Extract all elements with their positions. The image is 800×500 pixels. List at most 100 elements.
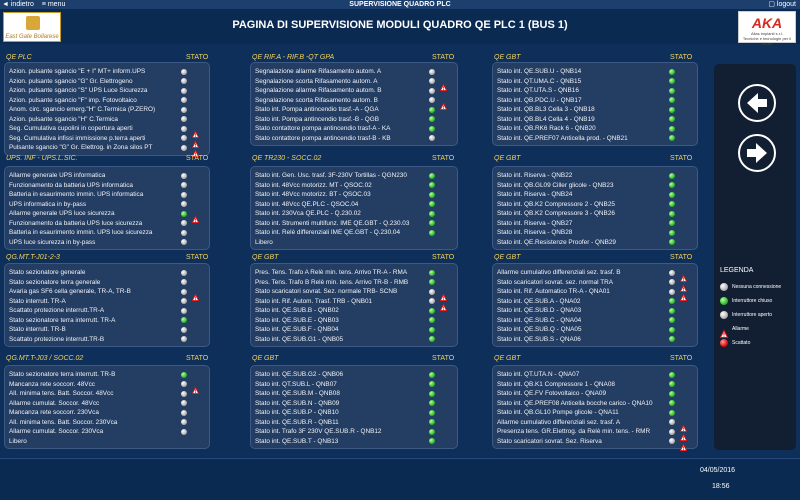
led-green-icon	[669, 201, 675, 207]
status-row: All. minima tens. Batt. Soccor. 230Vca	[5, 418, 209, 427]
status-row: UPS informatica in by-pass	[5, 200, 209, 209]
prev-page-button[interactable]	[738, 84, 776, 122]
led-grey-icon	[669, 438, 675, 444]
led-green-icon	[669, 317, 675, 323]
led-grey-icon	[669, 428, 675, 435]
status-row: Stato int. QE.SUB.C - QNA04	[493, 316, 697, 325]
status-label: Stato int. 48Vcc QE.PLC - QSOC.04	[255, 200, 359, 208]
stato-header: STATO	[670, 54, 693, 61]
footer-time: 18:56	[712, 483, 730, 490]
status-row: Stato int. QE.SUB.D - QNA03	[493, 306, 697, 315]
status-label: Stato int. QE.SUB.S - QNA06	[497, 335, 581, 343]
status-row: Stato int. QE.SUB.R - QNB11	[251, 418, 457, 427]
status-label: Segnalazione allarme Rifasamento autom. …	[255, 68, 382, 75]
next-page-button[interactable]	[738, 134, 776, 172]
status-row: Libero	[251, 238, 457, 247]
led-green-icon	[429, 381, 435, 387]
legend-label: Interruttore chiuso	[732, 298, 773, 304]
logout-button[interactable]: ▢ logout	[768, 0, 796, 9]
status-label: Stato int. QE.SUB.M - QNB08	[255, 390, 340, 397]
led-green-icon	[429, 371, 435, 378]
led-green-icon	[429, 269, 435, 276]
status-label: Segnalazione scorta Rifasamento autom. B	[255, 96, 378, 104]
status-label: Stato int. QB.BL4 Cella 4 - QNB19	[497, 115, 595, 123]
status-label: Stato int. Strumenti multifunz. IME QE.G…	[255, 219, 410, 227]
status-row: Anom. circ. sgancio emerg."H" C.Termica …	[5, 105, 209, 114]
status-label: Pulsante sgancio "G" Gr. Elettrog. in Zo…	[9, 144, 153, 151]
led-green-icon	[429, 336, 435, 342]
status-label: Funzionamento da batteria UPS informatic…	[9, 181, 133, 189]
status-label: UPS luce sicurezza in by-pass	[9, 238, 96, 246]
status-row: Stato contattore pompa antincendio trasf…	[251, 134, 457, 143]
status-row: Stato int. 48Vcc motorizz. MT - QSOC.02	[251, 181, 457, 190]
led-green-icon	[429, 182, 435, 188]
legend-label: Scattato	[732, 340, 751, 346]
led-grey-icon	[181, 87, 187, 94]
status-row: Segnalazione scorta Rifasamento autom. B	[251, 96, 457, 110]
status-label: Stato contattore pompa antincendio trasf…	[255, 134, 391, 142]
status-label: Allarme generale UPS luce sicurezza	[9, 210, 115, 217]
led-green-icon	[669, 371, 675, 378]
status-row: Stato int. Riserva - QNB28	[493, 228, 697, 237]
status-panel: Stato int. QE.SUB.G2 - QNB06 Stato int. Q…	[250, 365, 458, 449]
status-row: Pres. Tens. Trafo B Relè min. tens. Arri…	[251, 278, 457, 287]
led-grey-icon	[181, 400, 187, 406]
led-green-icon	[669, 97, 675, 103]
panel-title: UPS. INF - UPS.L.SIC.	[6, 155, 78, 162]
led-green-icon	[669, 106, 675, 113]
status-label: Stato int. Rif. Automatico TR-A - QNA01	[497, 288, 610, 295]
status-label: Stato int. QB.K1 Compressore 1 - QNA08	[497, 380, 615, 388]
status-row: Pres. Tens. Trafo A Relè min. tens. Arri…	[251, 268, 457, 277]
status-label: Stato sezionatore terra interrutt. TR-A	[9, 316, 116, 324]
status-panel: Stato sezionatore generale Stato sezionat…	[4, 263, 210, 347]
status-label: Presenza tens. GR.Elettrog. da Relè min.…	[497, 428, 651, 435]
status-row: Stato int. QE.PREF07 Anticella prod. - Q…	[493, 134, 697, 143]
status-row: Stato int. QE.SUB.Q - QNA05	[493, 325, 697, 334]
led-grey-icon	[181, 182, 187, 188]
status-label: Stato int. QB.PDC.U - QNB17	[497, 96, 582, 104]
status-label: Stato sezionatore terra interrutt. TR-B	[9, 371, 116, 378]
status-label: Stato int. Pompa antincendio trasf.-A - …	[255, 106, 379, 113]
status-label: Stato int. QE.PREF07 Anticella prod. - Q…	[497, 134, 628, 142]
status-row: Allarme generale UPS luce sicurezza	[5, 209, 209, 224]
status-row: Stato int. Strumenti multifunz. IME QE.G…	[251, 219, 457, 228]
alarm-triangle-icon	[719, 325, 729, 339]
status-panel: Stato sezionatore terra interrutt. TR-B M…	[4, 365, 210, 449]
led-grey-icon	[181, 135, 187, 141]
status-row: Stato int. QB.GL10 Pompe glicole - QNA11	[493, 408, 697, 417]
status-label: Seg. Cumulativa cupolini in copertura ap…	[9, 125, 133, 132]
alarm-triangle-icon	[439, 288, 448, 302]
led-green-icon	[181, 210, 187, 217]
status-label: Funzionamento da batteria UPS luce sicur…	[9, 219, 143, 227]
status-label: Stato int. Rif. Autom. Trasf. TRB - QNB0…	[255, 297, 373, 305]
status-row: Funzionamento da batteria UPS luce sicur…	[5, 219, 209, 228]
led-grey-icon	[181, 68, 187, 75]
status-row: Scattato protezione interrutt.TR-B	[5, 335, 209, 344]
status-row: Stato scaricatori sovrat. Sez. Riserva	[493, 437, 697, 451]
panel-title: QE TR230 - SOCC.02	[252, 155, 322, 162]
alarm-triangle-icon	[439, 97, 448, 110]
status-panel: Stato int. QT.UTA.N - QNA07 Stato int. QB…	[492, 365, 698, 451]
status-panel: Segnalazione allarme Rifasamento autom. …	[250, 62, 458, 146]
status-label: Stato int. 230Vca QE.PLC - Q.230.02	[255, 210, 361, 217]
status-row: Stato int. 48Vcc QE.PLC - QSOC.04	[251, 200, 457, 209]
status-label: Stato int. QT.UMA.C - QNB15	[497, 77, 582, 85]
status-row: Mancanza rete soccorr. 230Vca	[5, 408, 209, 417]
led-green-icon	[429, 116, 435, 122]
panel-title: QE GBT	[252, 355, 279, 362]
status-label: Stato int. Trafo 3F 230V QE.SUB.R - QNB1…	[255, 428, 382, 435]
status-row: Stato sezionatore terra generale	[5, 278, 209, 287]
led-green-icon	[429, 220, 435, 226]
status-panel: Azion. pulsante sgancio "E + I" MT+ info…	[4, 62, 210, 158]
status-row: Stato sezionatore terra interrutt. TR-B	[5, 370, 209, 379]
led-red-icon	[720, 339, 728, 347]
led-green-icon	[669, 390, 675, 397]
led-green-icon	[429, 210, 435, 217]
status-row: Mancanza rete soccorr. 48Vcc	[5, 380, 209, 394]
status-label: Stato sezionatore terra generale	[9, 278, 101, 286]
status-label: Allarme generale UPS informatica	[9, 172, 106, 179]
status-label: Stato interrutt. TR-A	[9, 297, 66, 305]
status-label: Stato int. QB.GL10 Pompe glicole - QNA11	[497, 409, 619, 416]
status-panel: Allarme generale UPS informatica Funziona…	[4, 166, 210, 250]
alarm-triangle-icon	[439, 298, 448, 311]
